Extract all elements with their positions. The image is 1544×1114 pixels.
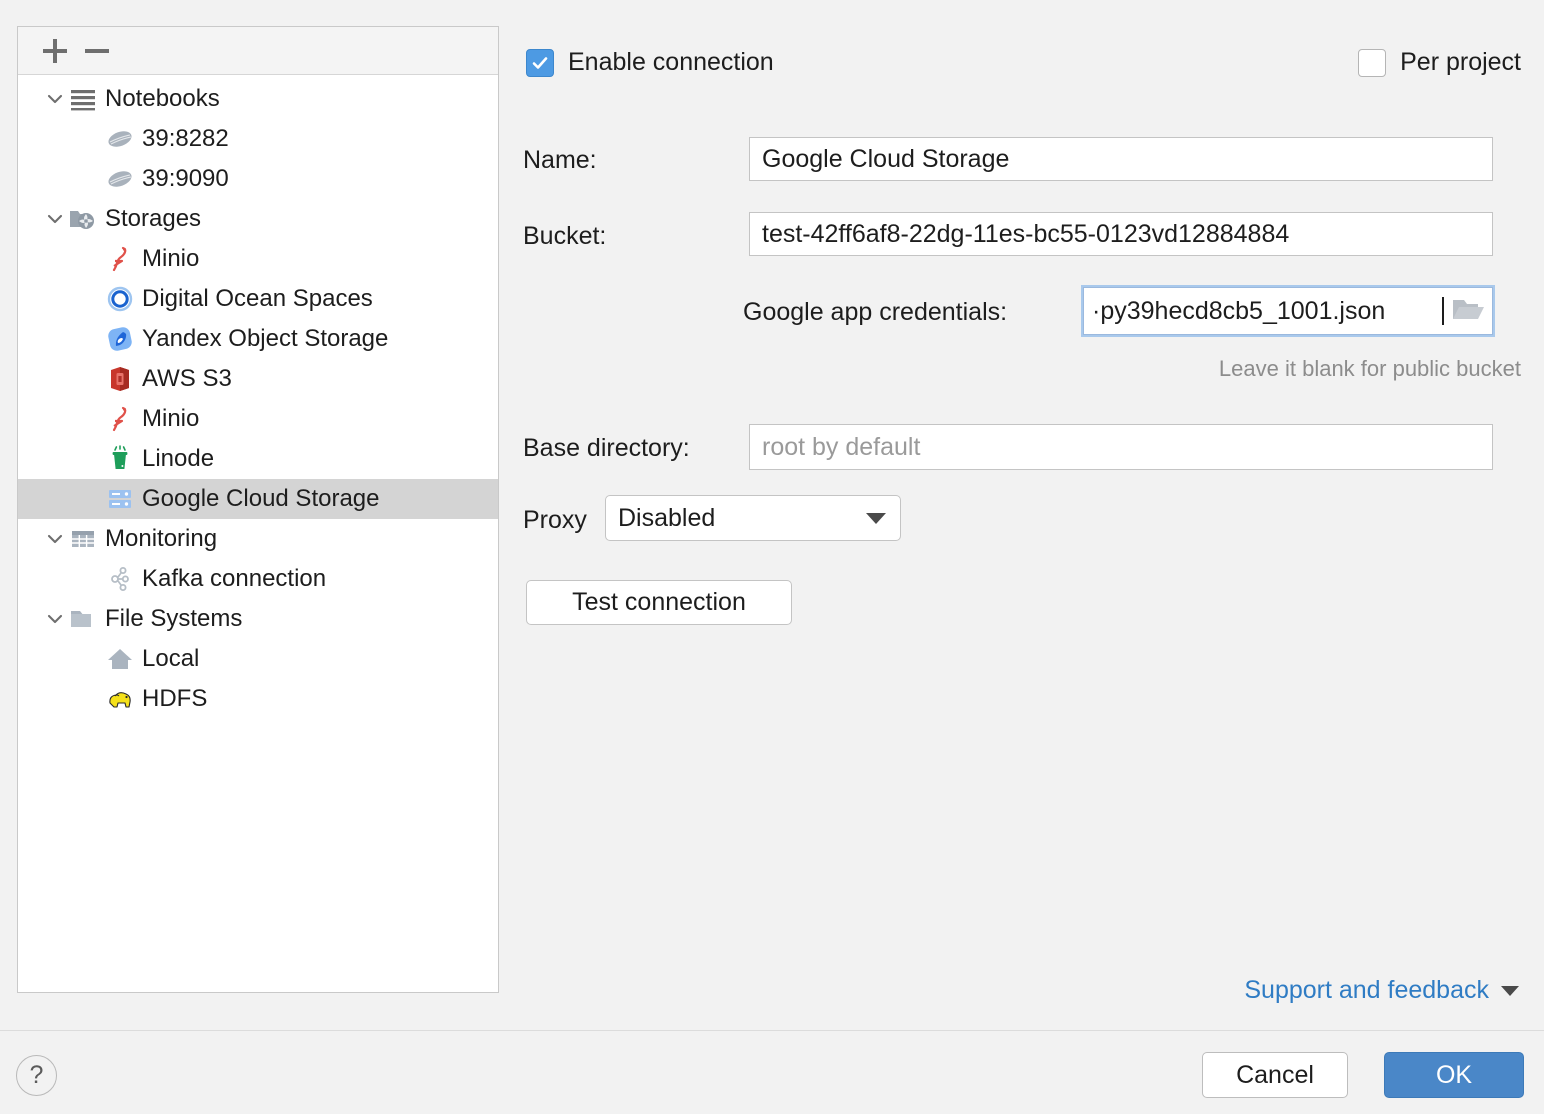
folder-icon — [68, 604, 98, 634]
aws-s3-icon — [105, 364, 135, 394]
tree-item-hdfs[interactable]: HDFS — [18, 679, 498, 719]
tree-item-label: Monitoring — [105, 525, 218, 552]
ok-button[interactable]: OK — [1384, 1052, 1524, 1098]
tree-item-label: Storages — [105, 205, 202, 232]
tree-item-notebooks[interactable]: Notebooks — [18, 79, 498, 119]
connections-tree-panel: Notebooks 39:8282 39:9090 Storages Minio Digi… — [17, 26, 499, 993]
chevron-down-icon — [866, 512, 886, 524]
gcs-icon — [105, 484, 135, 514]
tree-item-label: Linode — [142, 445, 215, 472]
tree-item-label: 39:8282 — [142, 125, 229, 152]
tree-item-39-8282[interactable]: 39:8282 — [18, 119, 498, 159]
checkbox-checked-icon — [526, 48, 554, 77]
tree-item-label: Google Cloud Storage — [142, 485, 380, 512]
text-caret — [1442, 297, 1444, 325]
chevron-down-icon[interactable] — [42, 606, 68, 632]
tree-item-google-cloud-storage[interactable]: Google Cloud Storage — [18, 479, 498, 519]
proxy-label: Proxy — [523, 506, 587, 534]
digitalocean-icon — [105, 284, 135, 314]
tree-item-label: Notebooks — [105, 85, 220, 112]
enable-connection-label: Enable connection — [568, 48, 774, 76]
base-directory-label: Base directory: — [523, 434, 690, 462]
enable-connection-checkbox[interactable]: Enable connection — [526, 48, 774, 77]
proxy-selected-value: Disabled — [618, 503, 716, 532]
folder-open-icon[interactable] — [1450, 294, 1486, 329]
connection-settings-form: Enable connection Per project Name: Goog… — [521, 26, 1521, 1004]
tree-item-label: Local — [142, 645, 200, 672]
tree-item-minio[interactable]: Minio — [18, 239, 498, 279]
support-and-feedback-label: Support and feedback — [1244, 976, 1489, 1004]
per-project-label: Per project — [1400, 48, 1521, 76]
tree-item-file-systems[interactable]: File Systems — [18, 599, 498, 639]
connections-tree[interactable]: Notebooks 39:8282 39:9090 Storages Minio Digi… — [18, 75, 498, 992]
chevron-down-icon[interactable] — [42, 206, 68, 232]
linode-icon — [105, 444, 135, 474]
support-and-feedback-link[interactable]: Support and feedback — [1244, 976, 1519, 1005]
minio-icon — [105, 244, 135, 274]
storages-icon — [68, 204, 98, 234]
tree-item-label: AWS S3 — [142, 365, 232, 392]
tree-item-label: HDFS — [142, 685, 208, 712]
tree-item-storages[interactable]: Storages — [18, 199, 498, 239]
monitoring-icon — [68, 524, 98, 554]
tree-item-label: File Systems — [105, 605, 243, 632]
base-directory-input[interactable]: root by default — [749, 424, 1493, 470]
per-project-checkbox[interactable]: Per project — [1358, 48, 1521, 77]
notebook-icon — [105, 164, 135, 194]
remove-connection-button[interactable] — [76, 33, 118, 69]
chevron-down-icon[interactable] — [42, 526, 68, 552]
yandex-icon — [105, 324, 135, 354]
tree-item-label: Minio — [142, 405, 200, 432]
home-icon — [105, 644, 135, 674]
bucket-input[interactable]: test-42ff6af8-22dg-11es-bc55-0123vd12884… — [749, 212, 1493, 256]
google-app-credentials-value: ·py39hecd8cb5_1001.json — [1092, 296, 1386, 325]
tree-item-monitoring[interactable]: Monitoring — [18, 519, 498, 559]
test-connection-button[interactable]: Test connection — [526, 580, 792, 625]
proxy-select[interactable]: Disabled — [605, 495, 901, 541]
minio-icon — [105, 404, 135, 434]
credentials-hint: Leave it blank for public bucket — [1218, 356, 1521, 381]
tree-item-label: Digital Ocean Spaces — [142, 285, 373, 312]
name-label: Name: — [523, 146, 597, 174]
tree-item-local[interactable]: Local — [18, 639, 498, 679]
plus-icon — [43, 38, 67, 63]
tree-item-label: 39:9090 — [142, 165, 229, 192]
minus-icon — [85, 39, 109, 63]
chevron-down-icon — [1501, 985, 1519, 996]
tree-item-label: Yandex Object Storage — [142, 325, 389, 352]
tree-toolbar — [18, 27, 498, 75]
tree-item-minio[interactable]: Minio — [18, 399, 498, 439]
tree-item-aws-s3[interactable]: AWS S3 — [18, 359, 498, 399]
tree-item-39-9090[interactable]: 39:9090 — [18, 159, 498, 199]
tree-item-label: Kafka connection — [142, 565, 327, 592]
tree-item-linode[interactable]: Linode — [18, 439, 498, 479]
google-app-credentials-input[interactable]: ·py39hecd8cb5_1001.json — [1083, 287, 1493, 335]
footer-divider — [0, 1030, 1544, 1031]
bucket-label: Bucket: — [523, 222, 607, 250]
help-button[interactable]: ? — [16, 1055, 57, 1096]
google-app-credentials-label: Google app credentials: — [743, 298, 1008, 326]
tree-item-kafka-connection[interactable]: Kafka connection — [18, 559, 498, 599]
chevron-down-icon[interactable] — [42, 86, 68, 112]
tree-item-digital-ocean-spaces[interactable]: Digital Ocean Spaces — [18, 279, 498, 319]
hdfs-icon — [105, 684, 135, 714]
notebooks-icon — [68, 84, 98, 114]
tree-item-yandex-object-storage[interactable]: Yandex Object Storage — [18, 319, 498, 359]
kafka-icon — [105, 564, 135, 594]
tree-item-label: Minio — [142, 245, 200, 272]
notebook-icon — [105, 124, 135, 154]
name-input[interactable]: Google Cloud Storage — [749, 137, 1493, 181]
checkbox-unchecked-icon — [1358, 48, 1387, 77]
add-connection-button[interactable] — [34, 33, 76, 69]
cancel-button[interactable]: Cancel — [1202, 1052, 1348, 1098]
